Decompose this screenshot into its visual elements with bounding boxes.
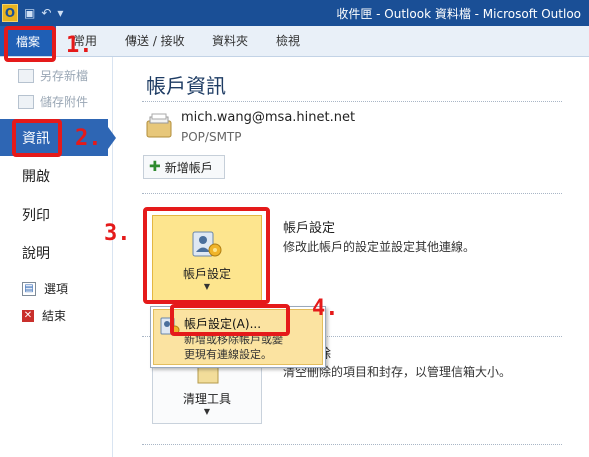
annotation-box-1 — [4, 26, 56, 62]
tab-view[interactable]: 檢視 — [276, 32, 300, 49]
add-account-label: 新增帳戶 — [164, 160, 213, 175]
account-settings-description: 修改此帳戶的設定並設定其他連線。 — [283, 240, 476, 254]
annotation-box-2 — [12, 119, 62, 157]
save-icon[interactable]: ▣ — [24, 6, 35, 20]
tab-send-receive[interactable]: 傳送 / 接收 — [125, 32, 185, 49]
annotation-step-4: 4. — [312, 296, 339, 321]
undo-icon[interactable]: ↶ — [41, 6, 51, 20]
window-title: 收件匣 - Outlook 資料檔 - Microsoft Outloo — [336, 7, 581, 21]
page-title: 帳戶資訊 — [146, 74, 226, 98]
tab-folder[interactable]: 資料夾 — [212, 32, 248, 49]
account-type: POP/SMTP — [181, 130, 242, 144]
plus-icon: ✚ — [149, 159, 161, 175]
nav-save-attachments[interactable]: 儲存附件 — [18, 93, 88, 110]
email-account-icon — [146, 113, 172, 138]
divider-mid — [142, 193, 562, 194]
nav-item-help[interactable]: 說明 — [22, 243, 50, 263]
outlook-app-icon[interactable]: O — [2, 4, 18, 22]
save-as-icon — [18, 68, 34, 83]
nav-options[interactable]: ▤ 選項 — [22, 280, 68, 297]
customize-qat-icon[interactable]: ▾ — [57, 6, 63, 20]
account-settings-title: 帳戶設定 — [283, 221, 336, 236]
save-attachments-icon — [18, 94, 34, 109]
nav-exit[interactable]: ✕ 結束 — [22, 307, 66, 324]
divider-bottom — [142, 444, 562, 445]
nav-item-print[interactable]: 列印 — [22, 205, 50, 225]
quick-access-toolbar: O ▣ ↶ ▾ — [0, 0, 63, 26]
nav-selected-arrow — [108, 127, 116, 149]
annotation-step-2: 2. — [75, 126, 102, 151]
nav-exit-label: 結束 — [42, 309, 67, 323]
annotation-step-3: 3. — [104, 221, 131, 246]
nav-save-as-label: 另存新檔 — [40, 69, 89, 83]
divider-top — [142, 101, 562, 102]
nav-save-as[interactable]: 另存新檔 — [18, 67, 88, 84]
menu-item-description: 新增或移除帳戶或變 更現有連線設定。 — [184, 332, 322, 362]
add-account-button[interactable]: ✚ 新增帳戶 — [143, 155, 225, 179]
chevron-down-icon: ▼ — [203, 407, 211, 416]
exit-icon: ✕ — [22, 309, 34, 322]
nav-options-label: 選項 — [44, 282, 69, 296]
backstage-nav: 另存新檔 儲存附件 — [0, 57, 113, 457]
account-email: mich.wang@msa.hinet.net — [181, 110, 356, 125]
nav-save-attachments-label: 儲存附件 — [40, 95, 89, 109]
menu-item-desc-line2: 更現有連線設定。 — [184, 348, 272, 361]
annotation-box-3 — [143, 207, 270, 304]
options-icon: ▤ — [22, 281, 36, 296]
cleanup-tools-label: 清理工具 — [182, 392, 231, 406]
nav-item-open[interactable]: 開啟 — [22, 166, 50, 186]
annotation-step-1: 1. — [66, 33, 93, 58]
title-bar: O ▣ ↶ ▾ 收件匣 - Outlook 資料檔 - Microsoft Ou… — [0, 0, 589, 26]
annotation-box-4 — [170, 304, 290, 336]
